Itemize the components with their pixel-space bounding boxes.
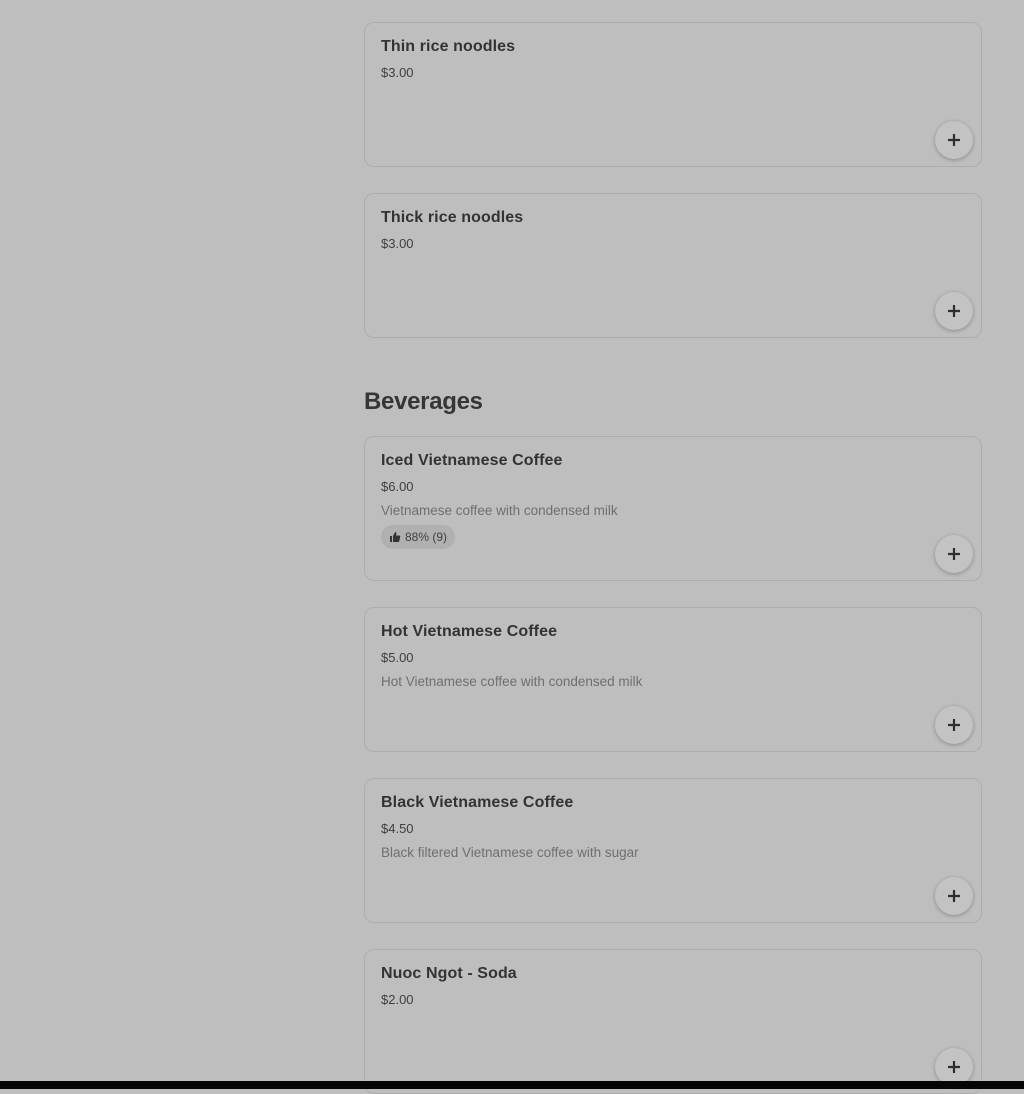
menu-item-card[interactable]: Hot Vietnamese Coffee $5.00 Hot Vietname… — [364, 607, 982, 752]
menu-item-card[interactable]: Iced Vietnamese Coffee $6.00 Vietnamese … — [364, 436, 982, 581]
menu-item-card[interactable]: Nuoc Ngot - Soda $2.00 — [364, 949, 982, 1094]
add-item-button[interactable] — [935, 877, 973, 915]
thumbs-up-icon — [390, 532, 401, 542]
item-name: Nuoc Ngot - Soda — [381, 965, 517, 982]
item-name: Hot Vietnamese Coffee — [381, 623, 558, 640]
plus-icon — [948, 134, 960, 146]
item-description: Vietnamese coffee with condensed milk — [381, 503, 618, 518]
menu-item-card[interactable]: Thin rice noodles $3.00 — [364, 22, 982, 167]
item-price: $3.00 — [381, 65, 414, 80]
plus-icon — [948, 719, 960, 731]
plus-icon — [948, 890, 960, 902]
add-item-button[interactable] — [935, 121, 973, 159]
rating-badge: 88% (9) — [381, 525, 456, 549]
item-price: $6.00 — [381, 479, 414, 494]
item-price: $3.00 — [381, 236, 414, 251]
rating-text: 88% (9) — [405, 530, 448, 544]
add-item-button[interactable] — [935, 292, 973, 330]
add-item-button[interactable] — [935, 706, 973, 744]
plus-icon — [948, 1061, 960, 1073]
item-name: Thick rice noodles — [381, 209, 524, 226]
plus-icon — [948, 305, 960, 317]
item-name: Iced Vietnamese Coffee — [381, 452, 563, 469]
add-item-button[interactable] — [935, 535, 973, 573]
item-name: Black Vietnamese Coffee — [381, 794, 574, 811]
plus-icon — [948, 548, 960, 560]
menu-item-card[interactable]: Thick rice noodles $3.00 — [364, 193, 982, 338]
item-price: $4.50 — [381, 821, 414, 836]
menu-item-card[interactable]: Black Vietnamese Coffee $4.50 Black filt… — [364, 778, 982, 923]
item-description: Hot Vietnamese coffee with condensed mil… — [381, 674, 643, 689]
item-name: Thin rice noodles — [381, 38, 516, 55]
item-description: Black filtered Vietnamese coffee with su… — [381, 845, 639, 860]
section-title-beverages: Beverages — [364, 388, 483, 415]
item-price: $2.00 — [381, 992, 414, 1007]
bottom-bar — [0, 1081, 1024, 1089]
item-price: $5.00 — [381, 650, 414, 665]
